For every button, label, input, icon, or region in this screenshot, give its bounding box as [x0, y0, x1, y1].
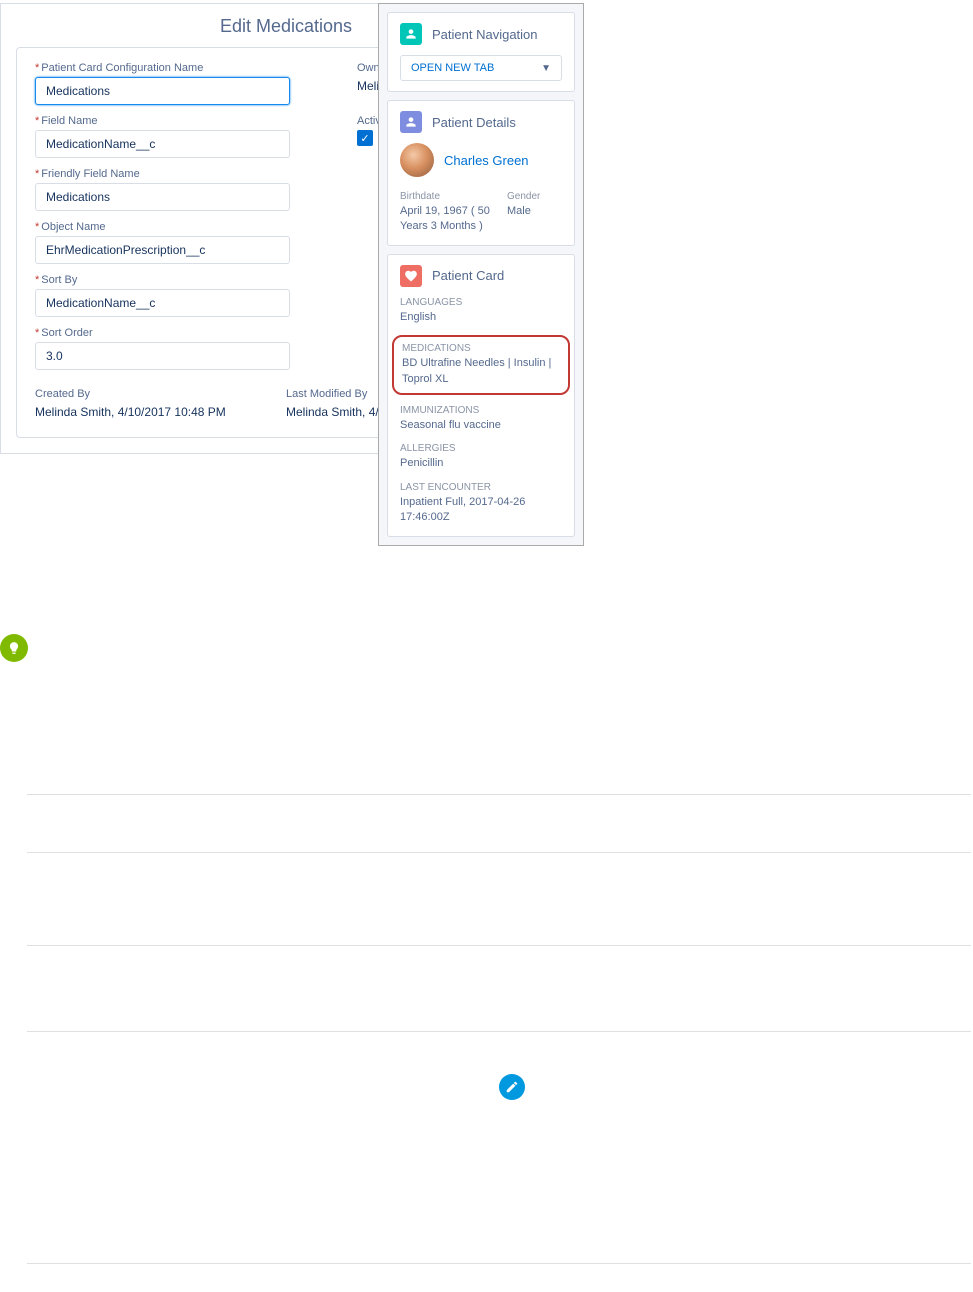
created-by-label: Created By [35, 388, 286, 400]
divider [27, 1031, 971, 1032]
medications-label: MEDICATIONS [402, 343, 560, 354]
edit-icon[interactable] [499, 1074, 525, 1100]
chevron-down-icon: ▼ [541, 63, 551, 74]
person-icon [400, 23, 422, 45]
sort-order-input[interactable] [35, 342, 290, 370]
immunizations-label: IMMUNIZATIONS [400, 405, 562, 416]
immunizations-value: Seasonal flu vaccine [400, 418, 562, 433]
languages-label: LANGUAGES [400, 297, 562, 308]
gender-label: Gender [507, 191, 562, 202]
heart-icon [400, 265, 422, 287]
divider [27, 852, 971, 853]
patient-navigation-card: Patient Navigation OPEN NEW TAB ▼ [387, 12, 575, 92]
friendly-name-input[interactable] [35, 183, 290, 211]
lightbulb-icon [0, 634, 28, 662]
patient-name-link[interactable]: Charles Green [444, 153, 529, 168]
patient-avatar [400, 143, 434, 177]
medications-value: BD Ultrafine Needles | Insulin | Toprol … [402, 356, 560, 387]
allergies-value: Penicillin [400, 456, 562, 471]
person-details-icon [400, 111, 422, 133]
dropdown-value: OPEN NEW TAB [411, 62, 494, 74]
config-name-input[interactable] [35, 77, 290, 105]
divider [27, 794, 971, 795]
nav-title: Patient Navigation [432, 27, 538, 42]
divider [27, 1263, 971, 1264]
details-title: Patient Details [432, 115, 516, 130]
divider-section [27, 794, 971, 1085]
patient-card-section: Patient Card LANGUAGES English MEDICATIO… [387, 254, 575, 537]
open-new-tab-dropdown[interactable]: OPEN NEW TAB ▼ [400, 55, 562, 81]
languages-value: English [400, 310, 562, 325]
birthdate-value: April 19, 1967 ( 50 Years 3 Months ) [400, 204, 497, 235]
config-name-label: *Patient Card Configuration Name [35, 62, 327, 74]
last-encounter-label: LAST ENCOUNTER [400, 482, 562, 493]
field-name-label: *Field Name [35, 115, 327, 127]
patient-sidebar: Patient Navigation OPEN NEW TAB ▼ Patien… [378, 3, 584, 546]
patient-card-title: Patient Card [432, 268, 504, 283]
patient-details-card: Patient Details Charles Green Birthdate … [387, 100, 575, 246]
last-encounter-value: Inpatient Full, 2017-04-26 17:46:00Z [400, 495, 562, 526]
medications-highlight: MEDICATIONS BD Ultrafine Needles | Insul… [392, 335, 570, 395]
created-by-value: Melinda Smith, 4/10/2017 10:48 PM [35, 403, 286, 419]
sort-by-input[interactable] [35, 289, 290, 317]
active-checkbox[interactable] [357, 130, 373, 146]
divider [27, 945, 971, 946]
field-name-input[interactable] [35, 130, 290, 158]
gender-value: Male [507, 204, 562, 219]
object-name-input[interactable] [35, 236, 290, 264]
birthdate-label: Birthdate [400, 191, 497, 202]
allergies-label: ALLERGIES [400, 443, 562, 454]
